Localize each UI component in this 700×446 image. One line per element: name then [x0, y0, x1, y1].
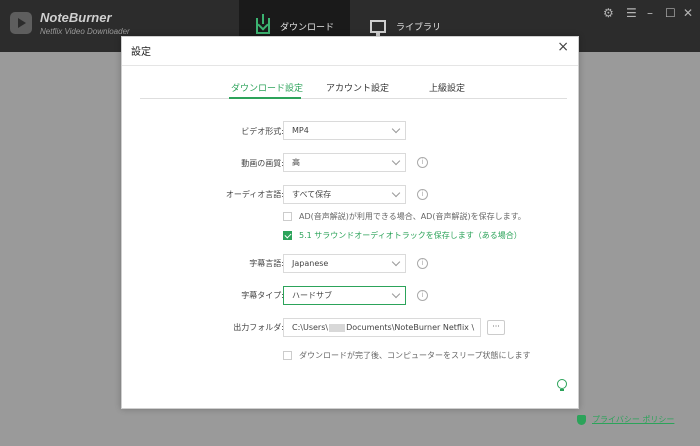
dialog-title: 設定	[131, 47, 151, 58]
nav-tab-download-label: ダウンロード	[280, 22, 335, 33]
download-icon	[256, 14, 270, 34]
audio-language-label: オーディオ言語:	[225, 190, 284, 199]
settings-dialog: 設定 × ダウンロード設定 アカウント設定 上級設定 ビデオ形式: MP4 動画…	[121, 36, 579, 409]
gear-icon[interactable]: ⚙	[603, 6, 614, 20]
surround-audio-option-text: 5.1 サラウンドオーディオトラックを保存します（ある場合）	[299, 231, 522, 240]
tab-account-settings[interactable]: アカウント設定	[326, 81, 389, 94]
lightbulb-icon[interactable]	[557, 379, 567, 391]
surround-audio-option[interactable]: 5.1 サラウンドオーディオトラックを保存します（ある場合）	[283, 230, 522, 241]
app-subtitle: Netflix Video Downloader	[40, 27, 130, 36]
tabs-divider	[140, 98, 567, 99]
active-tab-indicator	[229, 97, 301, 99]
dialog-close-icon[interactable]: ×	[557, 39, 569, 55]
ad-audio-checkbox[interactable]	[283, 212, 292, 221]
dialog-divider	[122, 65, 578, 66]
audio-language-value: すべて保存	[292, 190, 332, 199]
info-icon[interactable]: i	[417, 258, 428, 269]
nav-tab-library-label: ライブラリ	[396, 22, 442, 33]
sleep-after-download-option[interactable]: ダウンロードが完了後、コンピューターをスリープ状態にします	[283, 350, 531, 361]
redacted-username	[329, 323, 346, 332]
close-window-icon[interactable]: ✕	[683, 6, 693, 20]
video-format-value: MP4	[292, 126, 309, 135]
surround-audio-checkbox[interactable]	[283, 231, 292, 240]
info-icon[interactable]: i	[417, 189, 428, 200]
output-folder-path-suffix: Documents\NoteBurner Netflix \	[346, 323, 475, 332]
output-folder-input[interactable]: C:\Users\ Documents\NoteBurner Netflix \	[283, 318, 481, 337]
privacy-policy-link[interactable]: プライバシー ポリシー	[577, 414, 674, 425]
chevron-down-icon	[391, 124, 401, 134]
chevron-down-icon	[391, 289, 401, 299]
video-format-select[interactable]: MP4	[283, 121, 406, 140]
subtitle-language-select[interactable]: Japanese	[283, 254, 406, 273]
app-logo-icon	[10, 12, 32, 34]
monitor-icon	[370, 19, 386, 37]
video-quality-select[interactable]: 高	[283, 153, 406, 172]
info-icon[interactable]: i	[417, 157, 428, 168]
sleep-option-text: ダウンロードが完了後、コンピューターをスリープ状態にします	[299, 351, 531, 360]
tab-advanced-settings[interactable]: 上級設定	[429, 81, 465, 94]
ad-audio-option-text: AD(音声解説)が利用できる場合、AD(音声解説)を保存します。	[299, 212, 526, 221]
shield-icon	[577, 414, 586, 425]
tab-download-settings[interactable]: ダウンロード設定	[231, 81, 303, 94]
chevron-down-icon	[391, 188, 401, 198]
browse-folder-button[interactable]: ···	[487, 320, 505, 335]
video-quality-value: 高	[292, 158, 300, 167]
minimize-icon[interactable]: –	[647, 6, 653, 20]
app-name: NoteBurner	[40, 10, 112, 25]
output-folder-label: 出力フォルダ:	[233, 323, 284, 332]
chevron-down-icon	[391, 257, 401, 267]
output-folder-path-prefix: C:\Users\	[292, 323, 329, 332]
maximize-icon[interactable]: ☐	[665, 6, 676, 20]
subtitle-language-value: Japanese	[292, 259, 329, 268]
subtitle-language-label: 字幕言語:	[249, 259, 284, 268]
subtitle-type-label: 字幕タイプ:	[241, 291, 284, 300]
chevron-down-icon	[391, 156, 401, 166]
info-icon[interactable]: i	[417, 290, 428, 301]
video-quality-label: 動画の画質:	[241, 159, 284, 168]
privacy-policy-label: プライバシー ポリシー	[592, 415, 675, 424]
menu-icon[interactable]: ☰	[626, 6, 637, 20]
sleep-checkbox[interactable]	[283, 351, 292, 360]
video-format-label: ビデオ形式:	[241, 127, 284, 136]
audio-language-select[interactable]: すべて保存	[283, 185, 406, 204]
ad-audio-option[interactable]: AD(音声解説)が利用できる場合、AD(音声解説)を保存します。	[283, 211, 526, 222]
subtitle-type-value: ハードサブ	[292, 291, 332, 300]
subtitle-type-select[interactable]: ハードサブ	[283, 286, 406, 305]
